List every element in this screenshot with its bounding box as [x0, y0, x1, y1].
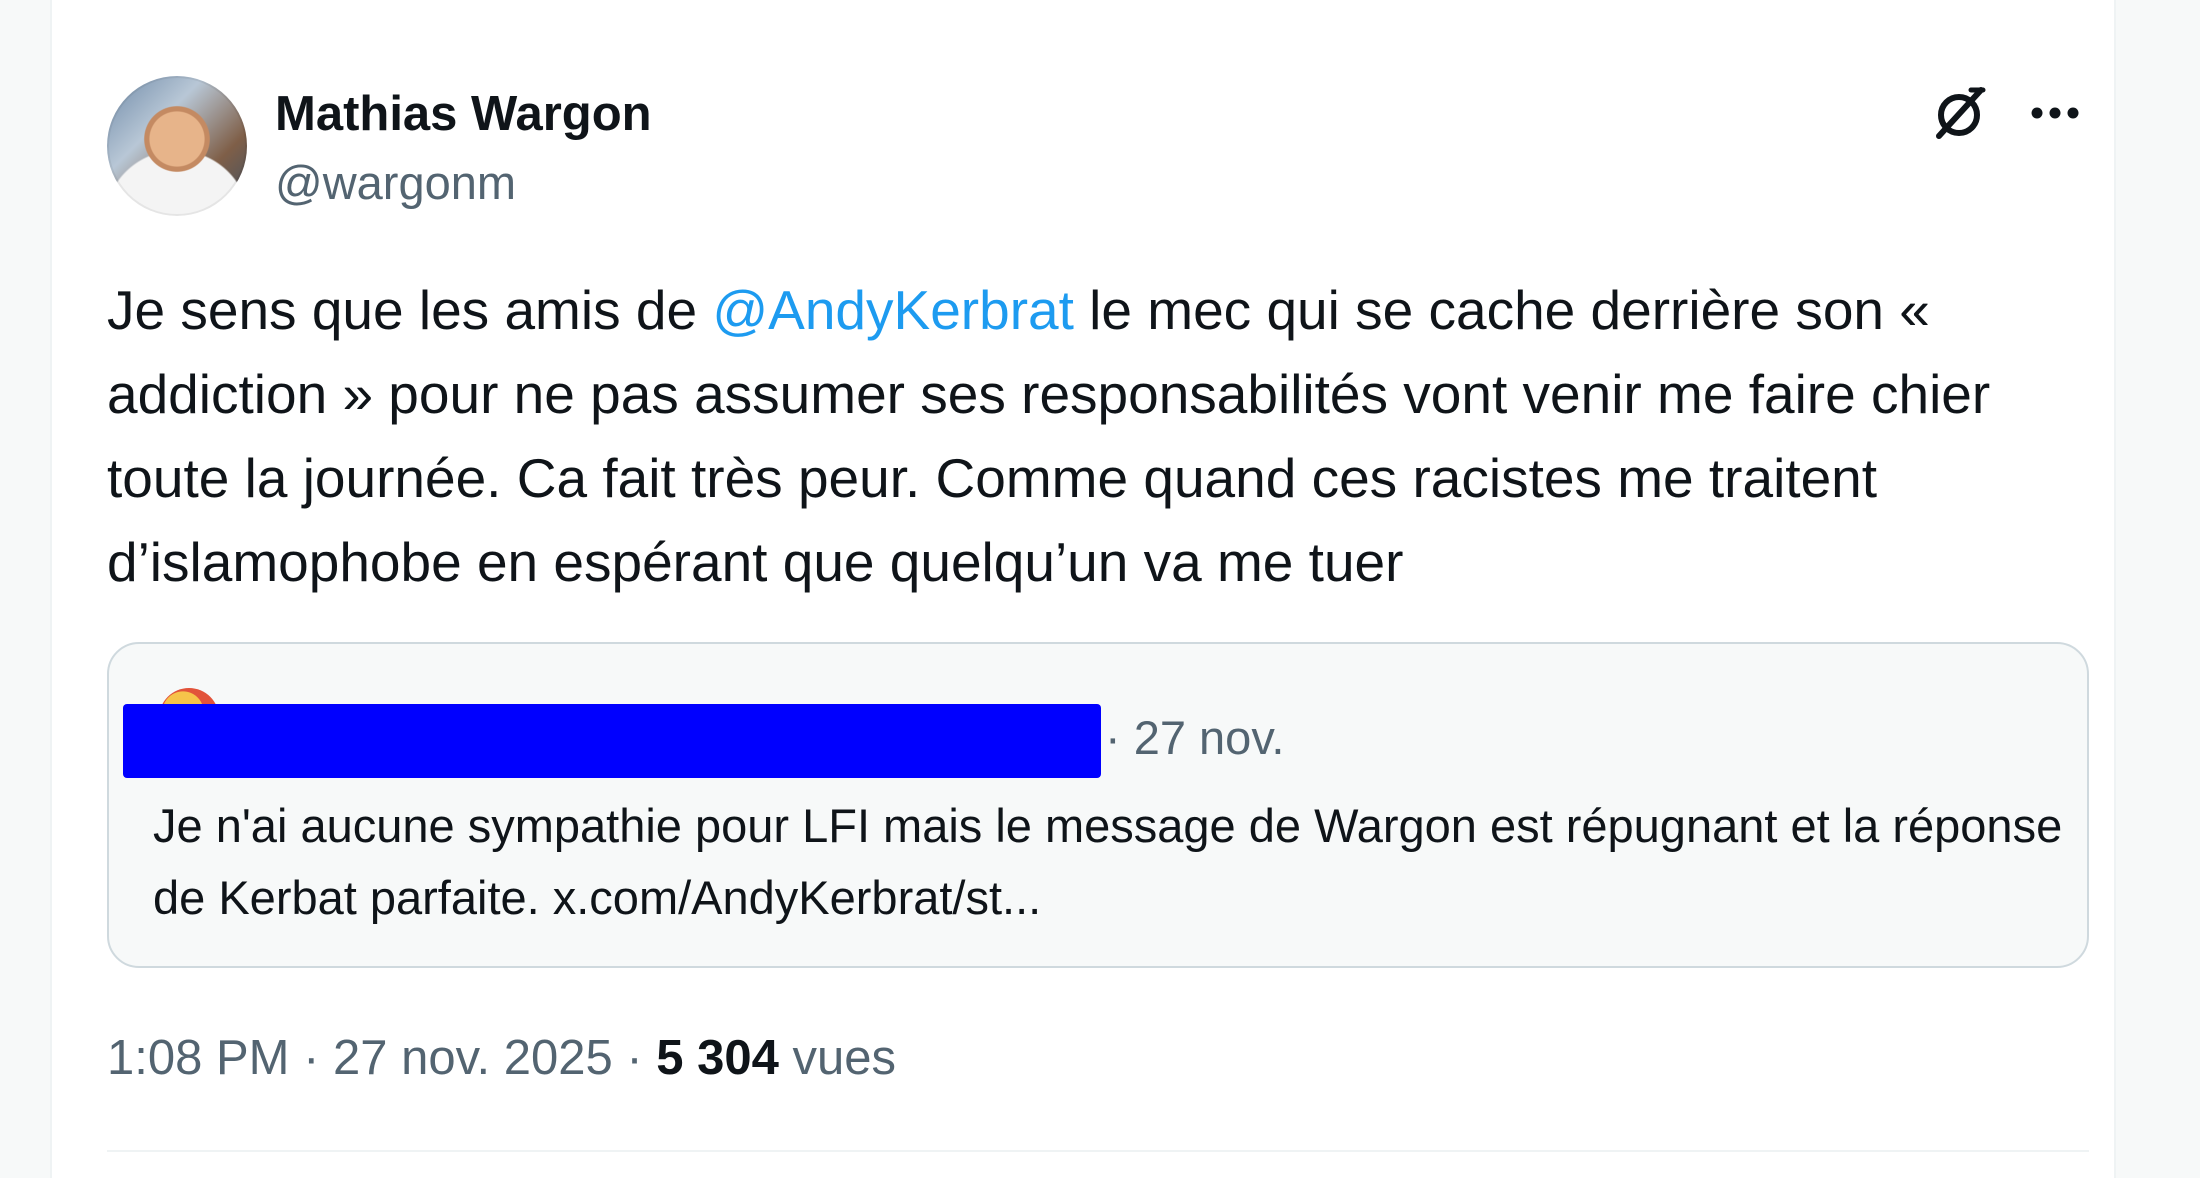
grok-icon-svg [1936, 87, 1986, 139]
mention-link[interactable]: @AndyKerbrat [712, 279, 1074, 341]
meta-separator: · [289, 1031, 334, 1085]
quoted-post-date[interactable]: · 27 nov. [1105, 708, 1284, 768]
meta-separator: · [612, 1031, 657, 1085]
more-options-icon[interactable] [2022, 80, 2088, 146]
post-date[interactable]: 27 nov. 2025 [333, 1031, 613, 1085]
author-name[interactable]: Mathias Wargon [275, 86, 652, 142]
redacted-author [123, 704, 1101, 778]
avatar[interactable] [107, 76, 247, 216]
author-handle[interactable]: @wargonm [275, 155, 516, 211]
quoted-post[interactable]: · 27 nov. Je n'ai aucune sympathie pour … [107, 642, 2089, 968]
post-meta: 1:08 PM · 27 nov. 2025 · 5 304 vues [107, 1028, 896, 1088]
post-text-part: Je sens que les amis de [107, 279, 713, 341]
quoted-post-text: Je n'ai aucune sympathie pour LFI mais l… [153, 799, 2063, 924]
post-text: Je sens que les amis de @AndyKerbrat le … [107, 268, 2097, 604]
post-time[interactable]: 1:08 PM [107, 1031, 289, 1085]
more-options-icon-svg [2031, 107, 2079, 119]
divider [107, 1150, 2089, 1152]
grok-icon[interactable] [1928, 80, 1994, 146]
views-label: vues [778, 1031, 897, 1085]
page: Mathias Wargon @wargonm Je sens que les … [0, 0, 2200, 1178]
views-count: 5 304 [656, 1031, 779, 1085]
